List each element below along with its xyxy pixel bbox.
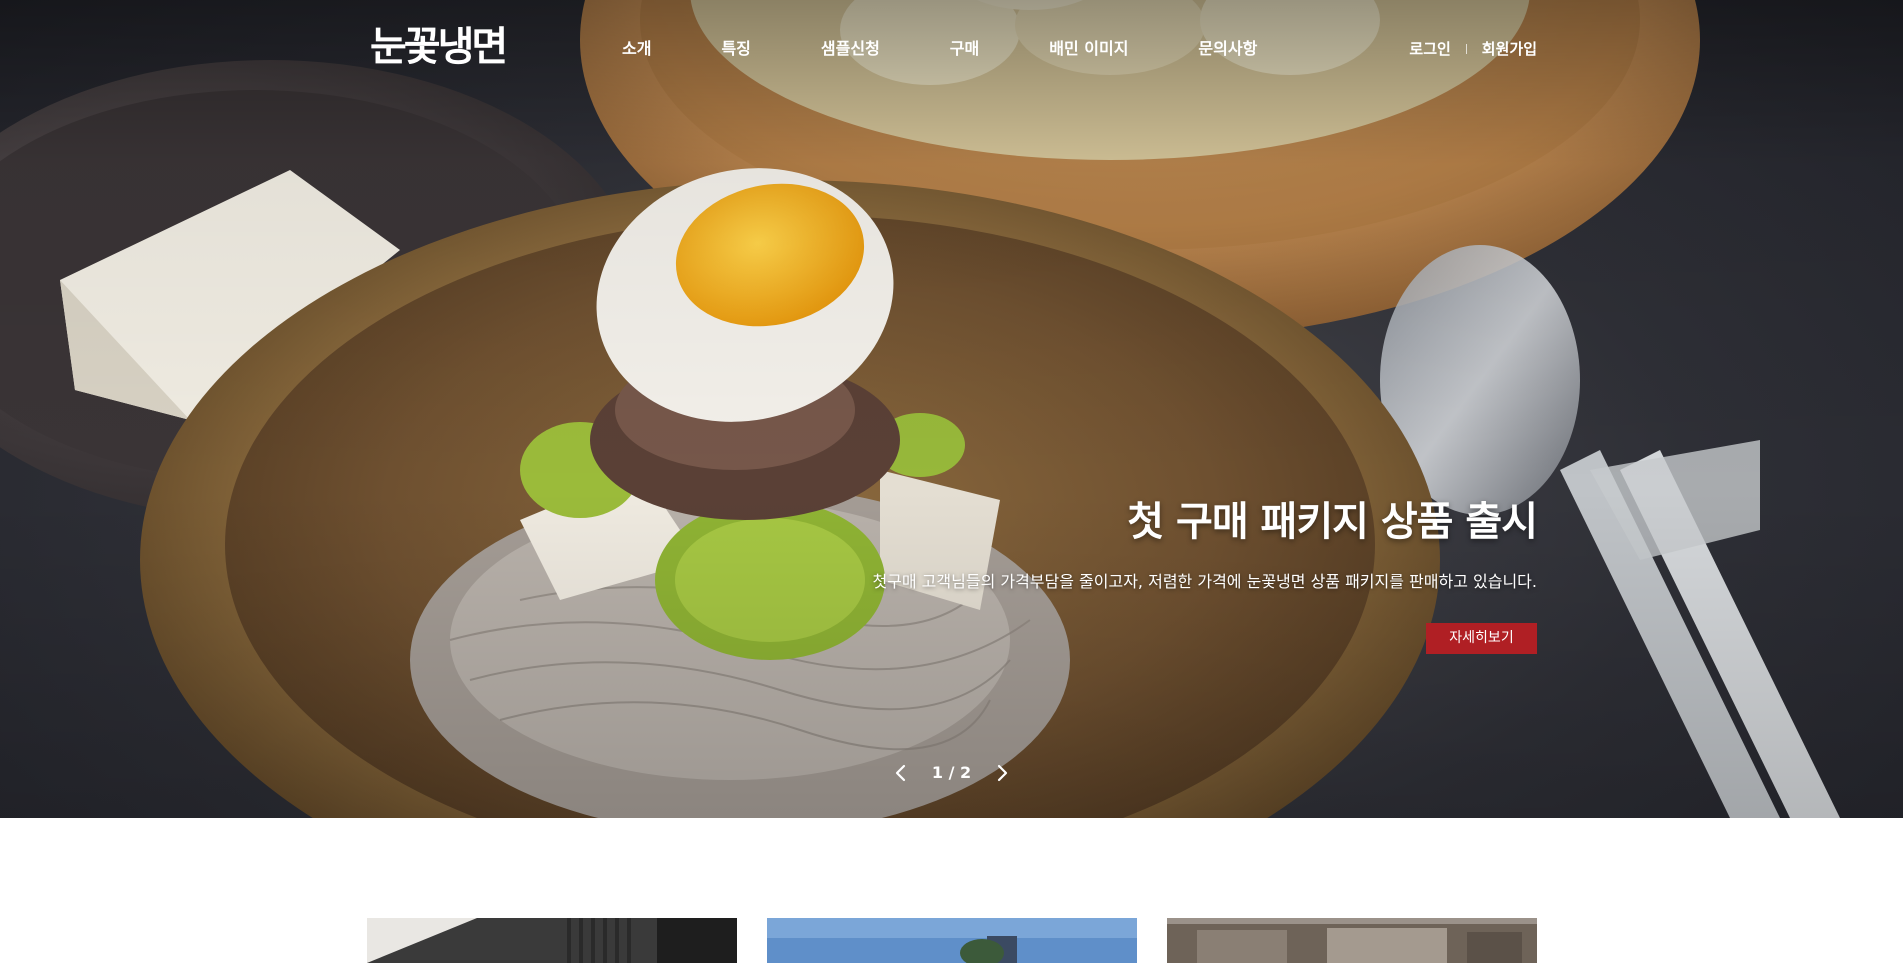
site-logo[interactable]: 눈꽃냉면 — [370, 22, 508, 72]
login-link[interactable]: 로그인 — [1409, 34, 1450, 64]
hero-description: 첫구매 고객님들의 가격부담을 줄이고자, 저렴한 가격에 눈꽃냉면 상품 패키… — [872, 572, 1537, 591]
chevron-left-icon[interactable] — [886, 758, 916, 788]
slider-pagination: 1 / 2 — [0, 758, 1903, 788]
hero-slider: 눈꽃냉면 소개 특징 샘플신청 구매 배민 이미지 문의사항 로그인 회원가입 … — [0, 0, 1903, 818]
view-more-button[interactable]: 자세히보기 — [1426, 623, 1537, 654]
card-kitchen[interactable] — [1167, 918, 1537, 963]
util-menu: 로그인 회원가입 — [1409, 34, 1537, 64]
nav-item-baemin-image[interactable]: 배민 이미지 — [1049, 34, 1128, 64]
main-nav: 소개 특징 샘플신청 구매 배민 이미지 문의사항 — [595, 34, 1257, 64]
nav-item-features[interactable]: 특징 — [721, 34, 750, 64]
site-header: 눈꽃냉면 소개 특징 샘플신청 구매 배민 이미지 문의사항 로그인 회원가입 — [0, 0, 1903, 100]
nav-item-purchase[interactable]: 구매 — [950, 34, 979, 64]
nav-item-inquiry[interactable]: 문의사항 — [1198, 34, 1257, 64]
card-list — [367, 918, 1537, 963]
signup-link[interactable]: 회원가입 — [1482, 34, 1537, 64]
slide-counter: 1 / 2 — [931, 763, 972, 782]
hero-title: 첫 구매 패키지 상품 출시 — [1127, 499, 1538, 545]
chevron-right-icon[interactable] — [987, 758, 1017, 788]
card-building[interactable] — [767, 918, 1137, 963]
nav-item-intro[interactable]: 소개 — [622, 34, 651, 64]
util-divider — [1465, 44, 1467, 54]
hero-image — [0, 0, 1840, 818]
nav-item-sample-request[interactable]: 샘플신청 — [821, 34, 880, 64]
card-store-interior[interactable] — [367, 918, 737, 963]
